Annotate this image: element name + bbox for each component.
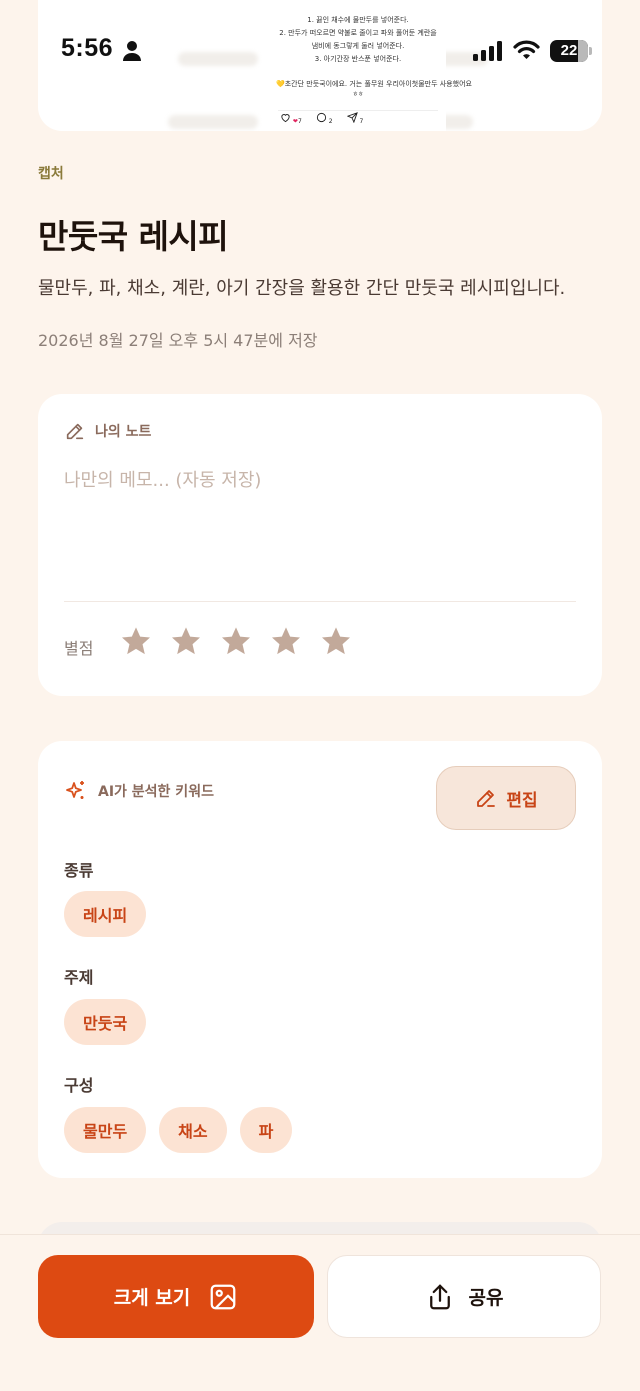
saved-timestamp: 2026년 8월 27일 오후 5시 47분에 저장 bbox=[38, 331, 318, 350]
keyword-section-label: 종류 bbox=[64, 861, 94, 880]
preview-like: ❤7 bbox=[280, 112, 302, 128]
keywords-heading: AI가 분석한 키워드 bbox=[98, 784, 214, 800]
ai-keywords-card: AI가 분석한 키워드 편집 종류 레시피 주제 만둣국 구성 물만두 채소 파 bbox=[38, 741, 602, 1178]
keyword-chips-type: 레시피 bbox=[64, 891, 147, 937]
comment-icon bbox=[316, 112, 326, 122]
keyword-chips-topic: 만둣국 bbox=[64, 999, 147, 1045]
keyword-chip[interactable]: 물만두 bbox=[64, 1107, 147, 1153]
note-heading: 나의 노트 bbox=[95, 424, 152, 440]
star-3[interactable] bbox=[220, 625, 252, 657]
battery-level: 22 bbox=[560, 42, 578, 59]
share-label: 공유 bbox=[468, 1287, 504, 1309]
preview-comment: 2 bbox=[316, 112, 333, 128]
battery-indicator: 22 bbox=[550, 40, 592, 62]
rating-label: 별점 bbox=[64, 639, 94, 658]
edit-label: 편집 bbox=[506, 790, 538, 811]
bottom-action-bar: 크게 보기 공유 bbox=[0, 1234, 640, 1391]
preview-caption-tail: ㅎㅎ bbox=[352, 91, 364, 98]
share-icon bbox=[429, 1284, 450, 1309]
memo-input[interactable] bbox=[64, 466, 576, 586]
star-icon bbox=[172, 627, 200, 655]
keyword-chip[interactable]: 레시피 bbox=[64, 891, 147, 937]
person-icon bbox=[123, 41, 141, 61]
keywords-header: AI가 분석한 키워드 bbox=[64, 779, 214, 803]
preview-like-count: 7 bbox=[297, 117, 302, 125]
note-header: 나의 노트 bbox=[64, 420, 151, 442]
blurred-background bbox=[168, 115, 258, 129]
battery-icon: 22 bbox=[550, 40, 588, 62]
keyword-section-label: 주제 bbox=[64, 968, 94, 987]
preview-line: 1. 끓인 채수에 물만두를 넣어준다. bbox=[307, 16, 409, 24]
edit-keywords-button[interactable]: 편집 bbox=[436, 766, 576, 830]
star-rating[interactable] bbox=[120, 625, 352, 657]
send-icon bbox=[346, 111, 358, 123]
preview-share: 7 bbox=[346, 111, 364, 128]
cellular-signal-icon bbox=[473, 41, 502, 61]
star-icon bbox=[272, 627, 300, 655]
star-4[interactable] bbox=[270, 625, 302, 657]
note-card: 나의 노트 별점 bbox=[38, 394, 602, 696]
view-large-label: 크게 보기 bbox=[113, 1287, 191, 1309]
keyword-chips-composition: 물만두 채소 파 bbox=[64, 1107, 293, 1153]
pencil-icon bbox=[477, 790, 496, 807]
sparkles-icon bbox=[66, 781, 84, 799]
status-bar: 5:56 22 bbox=[0, 30, 640, 74]
wifi-icon bbox=[513, 40, 540, 59]
keyword-chip[interactable]: 채소 bbox=[159, 1107, 227, 1153]
star-1[interactable] bbox=[120, 625, 152, 657]
preview-comment-count: 2 bbox=[328, 117, 333, 125]
page-title: 만둣국 레시피 bbox=[38, 217, 229, 256]
divider bbox=[64, 601, 576, 602]
keyword-section-label: 구성 bbox=[64, 1076, 94, 1095]
preview-share-count: 7 bbox=[359, 117, 364, 125]
star-5[interactable] bbox=[320, 625, 352, 657]
view-large-button[interactable]: 크게 보기 bbox=[38, 1255, 314, 1338]
star-icon bbox=[122, 627, 150, 655]
image-icon bbox=[210, 1284, 236, 1309]
heart-icon bbox=[281, 113, 290, 122]
keyword-chip[interactable]: 파 bbox=[239, 1107, 293, 1153]
star-2[interactable] bbox=[170, 625, 202, 657]
category-label: 캡처 bbox=[38, 166, 64, 182]
share-button[interactable]: 공유 bbox=[327, 1255, 601, 1338]
status-time: 5:56 bbox=[61, 34, 114, 62]
star-icon bbox=[322, 627, 350, 655]
pencil-icon bbox=[66, 423, 84, 440]
star-icon bbox=[222, 627, 250, 655]
preview-actions: ❤7 2 7 bbox=[278, 110, 438, 128]
keyword-chip[interactable]: 만둣국 bbox=[64, 999, 147, 1045]
page-description: 물만두, 파, 채소, 계란, 아기 간장을 활용한 간단 만둣국 레시피입니다… bbox=[38, 278, 566, 299]
